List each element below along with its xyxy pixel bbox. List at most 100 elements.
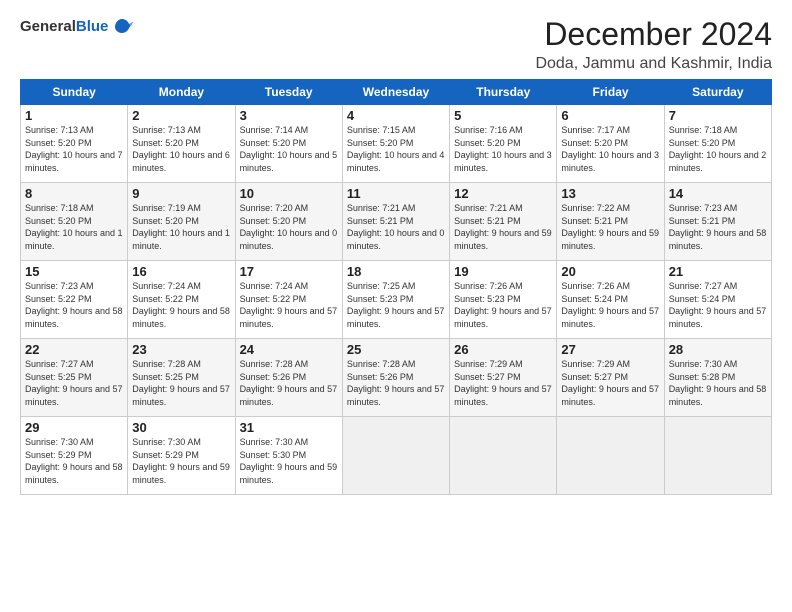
calendar-cell: 31 Sunrise: 7:30 AMSunset: 5:30 PMDaylig…	[235, 417, 342, 495]
col-monday: Monday	[128, 80, 235, 105]
cell-info: Sunrise: 7:28 AMSunset: 5:25 PMDaylight:…	[132, 359, 230, 407]
calendar-cell: 11 Sunrise: 7:21 AMSunset: 5:21 PMDaylig…	[342, 183, 449, 261]
cell-info: Sunrise: 7:23 AMSunset: 5:21 PMDaylight:…	[669, 203, 767, 251]
calendar-cell: 23 Sunrise: 7:28 AMSunset: 5:25 PMDaylig…	[128, 339, 235, 417]
calendar-cell: 25 Sunrise: 7:28 AMSunset: 5:26 PMDaylig…	[342, 339, 449, 417]
calendar-week-1: 1 Sunrise: 7:13 AMSunset: 5:20 PMDayligh…	[21, 105, 772, 183]
day-number: 27	[561, 342, 659, 357]
cell-info: Sunrise: 7:22 AMSunset: 5:21 PMDaylight:…	[561, 203, 659, 251]
calendar-cell: 19 Sunrise: 7:26 AMSunset: 5:23 PMDaylig…	[450, 261, 557, 339]
col-saturday: Saturday	[664, 80, 771, 105]
calendar-cell: 21 Sunrise: 7:27 AMSunset: 5:24 PMDaylig…	[664, 261, 771, 339]
day-number: 21	[669, 264, 767, 279]
day-number: 17	[240, 264, 338, 279]
cell-info: Sunrise: 7:24 AMSunset: 5:22 PMDaylight:…	[132, 281, 230, 329]
calendar-cell: 3 Sunrise: 7:14 AMSunset: 5:20 PMDayligh…	[235, 105, 342, 183]
cell-info: Sunrise: 7:17 AMSunset: 5:20 PMDaylight:…	[561, 125, 659, 173]
cell-info: Sunrise: 7:30 AMSunset: 5:29 PMDaylight:…	[132, 437, 230, 485]
day-number: 19	[454, 264, 552, 279]
cell-info: Sunrise: 7:26 AMSunset: 5:24 PMDaylight:…	[561, 281, 659, 329]
day-number: 29	[25, 420, 123, 435]
col-friday: Friday	[557, 80, 664, 105]
day-number: 20	[561, 264, 659, 279]
logo-icon	[111, 16, 133, 38]
day-number: 6	[561, 108, 659, 123]
col-thursday: Thursday	[450, 80, 557, 105]
calendar-cell: 5 Sunrise: 7:16 AMSunset: 5:20 PMDayligh…	[450, 105, 557, 183]
calendar-cell: 7 Sunrise: 7:18 AMSunset: 5:20 PMDayligh…	[664, 105, 771, 183]
calendar-cell: 13 Sunrise: 7:22 AMSunset: 5:21 PMDaylig…	[557, 183, 664, 261]
day-number: 31	[240, 420, 338, 435]
day-number: 23	[132, 342, 230, 357]
day-number: 9	[132, 186, 230, 201]
calendar-cell: 10 Sunrise: 7:20 AMSunset: 5:20 PMDaylig…	[235, 183, 342, 261]
col-tuesday: Tuesday	[235, 80, 342, 105]
calendar-cell: 30 Sunrise: 7:30 AMSunset: 5:29 PMDaylig…	[128, 417, 235, 495]
logo: GeneralBlue	[20, 16, 133, 38]
cell-info: Sunrise: 7:21 AMSunset: 5:21 PMDaylight:…	[347, 203, 445, 251]
day-number: 26	[454, 342, 552, 357]
cell-info: Sunrise: 7:18 AMSunset: 5:20 PMDaylight:…	[669, 125, 767, 173]
calendar-week-2: 8 Sunrise: 7:18 AMSunset: 5:20 PMDayligh…	[21, 183, 772, 261]
cell-info: Sunrise: 7:15 AMSunset: 5:20 PMDaylight:…	[347, 125, 445, 173]
calendar-cell	[450, 417, 557, 495]
cell-info: Sunrise: 7:26 AMSunset: 5:23 PMDaylight:…	[454, 281, 552, 329]
cell-info: Sunrise: 7:27 AMSunset: 5:24 PMDaylight:…	[669, 281, 767, 329]
calendar-cell: 9 Sunrise: 7:19 AMSunset: 5:20 PMDayligh…	[128, 183, 235, 261]
logo-text: GeneralBlue	[20, 19, 108, 36]
day-number: 14	[669, 186, 767, 201]
calendar-header-row: Sunday Monday Tuesday Wednesday Thursday…	[21, 80, 772, 105]
cell-info: Sunrise: 7:18 AMSunset: 5:20 PMDaylight:…	[25, 203, 123, 251]
calendar-cell: 8 Sunrise: 7:18 AMSunset: 5:20 PMDayligh…	[21, 183, 128, 261]
calendar-cell: 18 Sunrise: 7:25 AMSunset: 5:23 PMDaylig…	[342, 261, 449, 339]
cell-info: Sunrise: 7:23 AMSunset: 5:22 PMDaylight:…	[25, 281, 123, 329]
calendar-cell: 6 Sunrise: 7:17 AMSunset: 5:20 PMDayligh…	[557, 105, 664, 183]
day-number: 3	[240, 108, 338, 123]
day-number: 18	[347, 264, 445, 279]
cell-info: Sunrise: 7:25 AMSunset: 5:23 PMDaylight:…	[347, 281, 445, 329]
calendar-table: Sunday Monday Tuesday Wednesday Thursday…	[20, 79, 772, 495]
cell-info: Sunrise: 7:21 AMSunset: 5:21 PMDaylight:…	[454, 203, 552, 251]
day-number: 24	[240, 342, 338, 357]
day-number: 8	[25, 186, 123, 201]
day-number: 1	[25, 108, 123, 123]
day-number: 4	[347, 108, 445, 123]
cell-info: Sunrise: 7:30 AMSunset: 5:28 PMDaylight:…	[669, 359, 767, 407]
calendar-cell: 16 Sunrise: 7:24 AMSunset: 5:22 PMDaylig…	[128, 261, 235, 339]
calendar-cell: 20 Sunrise: 7:26 AMSunset: 5:24 PMDaylig…	[557, 261, 664, 339]
cell-info: Sunrise: 7:29 AMSunset: 5:27 PMDaylight:…	[454, 359, 552, 407]
calendar-cell	[664, 417, 771, 495]
calendar-cell: 29 Sunrise: 7:30 AMSunset: 5:29 PMDaylig…	[21, 417, 128, 495]
day-number: 30	[132, 420, 230, 435]
col-sunday: Sunday	[21, 80, 128, 105]
calendar-cell: 4 Sunrise: 7:15 AMSunset: 5:20 PMDayligh…	[342, 105, 449, 183]
page: GeneralBlue December 2024 Doda, Jammu an…	[0, 0, 792, 612]
cell-info: Sunrise: 7:27 AMSunset: 5:25 PMDaylight:…	[25, 359, 123, 407]
calendar-week-3: 15 Sunrise: 7:23 AMSunset: 5:22 PMDaylig…	[21, 261, 772, 339]
calendar-cell: 2 Sunrise: 7:13 AMSunset: 5:20 PMDayligh…	[128, 105, 235, 183]
header: GeneralBlue December 2024 Doda, Jammu an…	[20, 16, 772, 73]
calendar-cell: 15 Sunrise: 7:23 AMSunset: 5:22 PMDaylig…	[21, 261, 128, 339]
title-block: December 2024 Doda, Jammu and Kashmir, I…	[535, 16, 772, 73]
calendar-cell	[557, 417, 664, 495]
subtitle: Doda, Jammu and Kashmir, India	[535, 55, 772, 73]
calendar-week-5: 29 Sunrise: 7:30 AMSunset: 5:29 PMDaylig…	[21, 417, 772, 495]
cell-info: Sunrise: 7:24 AMSunset: 5:22 PMDaylight:…	[240, 281, 338, 329]
cell-info: Sunrise: 7:19 AMSunset: 5:20 PMDaylight:…	[132, 203, 230, 251]
cell-info: Sunrise: 7:28 AMSunset: 5:26 PMDaylight:…	[240, 359, 338, 407]
calendar-cell: 1 Sunrise: 7:13 AMSunset: 5:20 PMDayligh…	[21, 105, 128, 183]
cell-info: Sunrise: 7:28 AMSunset: 5:26 PMDaylight:…	[347, 359, 445, 407]
cell-info: Sunrise: 7:13 AMSunset: 5:20 PMDaylight:…	[132, 125, 230, 173]
calendar-cell: 27 Sunrise: 7:29 AMSunset: 5:27 PMDaylig…	[557, 339, 664, 417]
cell-info: Sunrise: 7:29 AMSunset: 5:27 PMDaylight:…	[561, 359, 659, 407]
calendar-cell: 14 Sunrise: 7:23 AMSunset: 5:21 PMDaylig…	[664, 183, 771, 261]
cell-info: Sunrise: 7:30 AMSunset: 5:30 PMDaylight:…	[240, 437, 338, 485]
cell-info: Sunrise: 7:14 AMSunset: 5:20 PMDaylight:…	[240, 125, 338, 173]
calendar-cell: 12 Sunrise: 7:21 AMSunset: 5:21 PMDaylig…	[450, 183, 557, 261]
day-number: 28	[669, 342, 767, 357]
day-number: 16	[132, 264, 230, 279]
day-number: 22	[25, 342, 123, 357]
day-number: 25	[347, 342, 445, 357]
day-number: 11	[347, 186, 445, 201]
day-number: 7	[669, 108, 767, 123]
